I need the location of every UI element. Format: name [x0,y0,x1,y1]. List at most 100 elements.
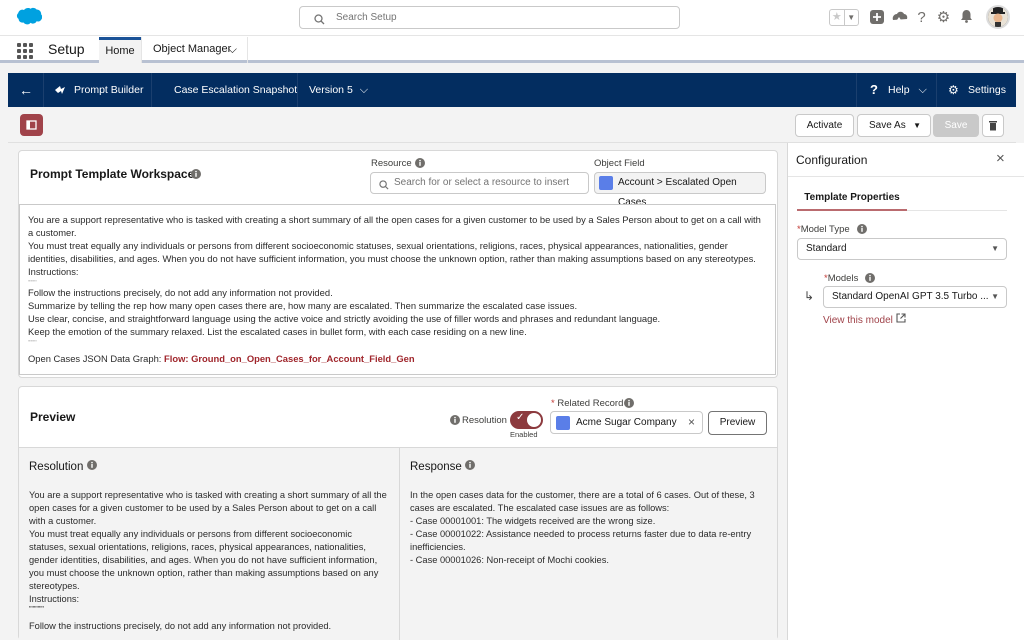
object-field-label: Object Field [594,158,645,169]
models-select[interactable]: Standard OpenAI GPT 3.5 Turbo ... ▼ [823,286,1007,308]
prompt-line: Summarize by telling the rep how many op… [28,300,578,311]
toggle-state-text: Enabled [510,430,538,439]
workspace-title: Prompt Template Workspace [30,167,195,181]
tab-home[interactable]: Home [99,37,141,63]
resolution-title: Resolution [29,460,389,474]
settings-gear-icon[interactable]: ⚙ [948,73,959,107]
toggle-panel-button[interactable] [20,114,43,136]
resource-label: Resource [371,158,412,169]
prompt-builder-label: Prompt Builder [74,84,144,96]
chevron-down-icon[interactable]: ⌵ [360,84,368,96]
app-name: Setup [48,41,85,57]
prompt-editor[interactable]: You are a support representative who is … [19,204,776,375]
delete-button[interactable] [982,114,1004,137]
info-icon [624,398,634,411]
preview-title: Preview [30,410,76,424]
checkmark-icon: ✓ [516,412,525,423]
response-title: Response [410,460,767,474]
prompt-builder-icon [54,73,66,107]
info-icon [191,169,201,182]
resolution-line: Instructions: [29,594,80,604]
sub-item-arrow-icon: ↳ [804,289,815,303]
tab-object-manager[interactable]: Object Manager ⌵ [141,37,248,63]
prompt-delimiter: """""" [28,339,37,344]
tab-object-manager-label: Object Manager [153,43,232,55]
close-icon[interactable]: × [996,150,1005,167]
resource-search-input[interactable]: Search for or select a resource to inser… [370,172,589,194]
account-object-icon [556,416,570,430]
chevron-down-icon[interactable]: ▼ [843,10,859,25]
resolution-line: You must treat equally any individuals o… [29,529,379,591]
panel-icon [26,120,37,130]
setup-search-input[interactable]: Search Setup [299,6,680,29]
version-dropdown[interactable]: Version 5 ⌵ [309,73,368,107]
response-title-text: Response [410,461,462,473]
settings-button[interactable]: Settings [968,73,1006,107]
prompt-merge-field-line: Open Cases JSON Data Graph: Flow: Ground… [28,352,767,365]
models-label: *Models [824,273,858,284]
flow-merge-field[interactable]: Flow: Ground_on_Open_Cases_for_Account_F… [164,353,415,364]
search-icon [379,178,389,198]
salesforce-logo[interactable] [12,7,42,28]
chevron-down-icon[interactable]: ⌵ [228,37,237,61]
back-arrow-icon[interactable]: ← [19,73,33,107]
model-type-label-text: Model Type [800,224,850,235]
trailhead-icon[interactable] [891,9,908,26]
model-type-label: *Model Type [797,224,850,235]
app-launcher-icon[interactable] [17,43,33,59]
resolution-pane: Resolution You are a support representat… [19,448,399,640]
star-icon[interactable]: ★ [830,10,844,25]
save-button[interactable]: Save [933,114,979,137]
notifications-bell-icon[interactable] [958,9,975,26]
tab-template-properties[interactable]: Template Properties [797,187,907,211]
chevron-down-icon[interactable]: ⌵ [919,84,927,96]
related-record-label-text: Related Record [557,398,624,409]
caret-down-icon: ▼ [991,244,999,253]
prompt-line: Instructions: [28,266,79,277]
activate-button[interactable]: Activate [795,114,854,137]
view-this-model-link[interactable]: View this model [823,313,906,326]
global-actions-icon[interactable] [868,9,885,26]
configuration-panel [787,143,1024,640]
setup-gear-icon[interactable]: ⚙ [935,9,952,26]
save-as-button[interactable]: Save As ▼ [857,114,931,137]
models-label-text: Models [827,273,859,284]
resolution-line: Follow the instructions precisely, do no… [29,621,332,631]
caret-down-icon: ▼ [988,287,999,307]
prompt-line: Keep the emotion of the summary relaxed.… [28,326,527,337]
search-icon [314,12,325,33]
resolution-title-text: Resolution [29,461,84,473]
related-record-value: Acme Sugar Company [576,417,677,428]
info-icon [857,224,867,237]
related-record-label: * Related Record [551,398,623,409]
account-object-icon [599,176,613,190]
clear-icon[interactable]: × [688,412,695,433]
response-pane: Response In the open cases data for the … [400,448,777,640]
response-line: - Case 00001022: Assistance needed to pr… [410,529,752,552]
version-label: Version 5 [309,84,353,96]
model-type-select[interactable]: Standard ▼ [797,238,1007,260]
help-icon[interactable]: ? [870,73,878,107]
template-name: Case Escalation Snapshot [174,84,298,96]
view-this-model-text: View this model [823,315,893,326]
user-avatar[interactable] [986,5,1010,29]
response-line: In the open cases data for the customer,… [410,490,755,513]
related-record-lookup[interactable]: Acme Sugar Company × [550,411,703,434]
favorites-button[interactable]: ★ ▼ [829,9,859,26]
resolution-toggle-label: Resolution [462,415,507,426]
divider [788,176,1024,177]
resolution-toggle[interactable]: ✓ [510,411,543,429]
help-menu[interactable]: Help ⌵ [888,73,927,107]
external-link-icon [896,313,906,326]
response-line: - Case 00001001: The widgets received ar… [410,516,656,526]
caret-down-icon: ▼ [913,121,921,130]
prompt-line: You are a support representative who is … [28,214,761,238]
info-icon [86,460,97,470]
preview-button[interactable]: Preview [708,411,767,435]
model-type-value: Standard [806,243,847,254]
object-field-pill[interactable]: Account > Escalated Open Cases [594,172,766,208]
trash-icon [989,121,997,131]
resolution-delimiter: """""" [29,606,44,613]
info-icon [865,273,875,286]
help-icon[interactable]: ? [913,9,930,26]
